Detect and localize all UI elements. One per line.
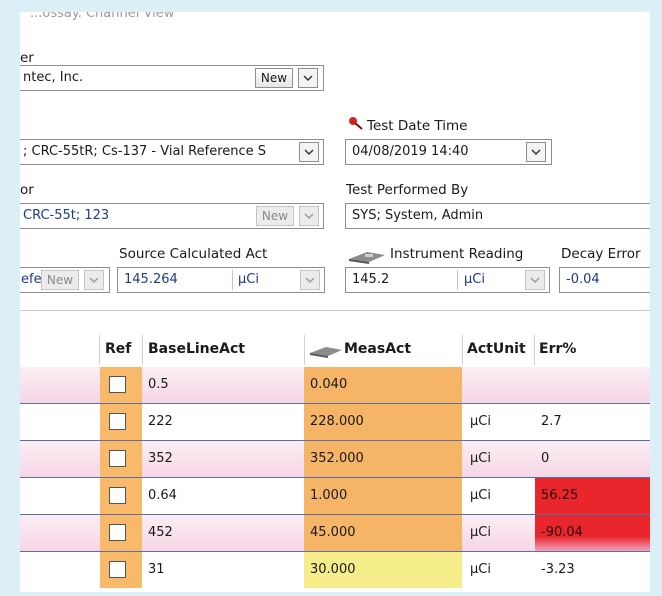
meas-cell: 228.000: [304, 404, 462, 440]
source-field[interactable]: ; CRC-55tR; Cs-137 - Vial Reference S: [20, 139, 324, 165]
inst-reading-divider: [457, 270, 458, 290]
section-divider: [20, 310, 650, 311]
inst-reading-label: Instrument Reading: [390, 246, 524, 262]
chevron-down-icon: [531, 149, 541, 156]
ref-checkbox[interactable]: [109, 524, 126, 541]
grid-header-divider-5: [534, 335, 535, 365]
reference-new-button[interactable]: New: [41, 270, 79, 290]
table-row[interactable]: 31 30.000 µCi -3.23: [20, 552, 650, 588]
calc-act-unit: µCi: [238, 272, 259, 287]
test-date-label: Test Date Time: [367, 118, 468, 134]
test-date-field[interactable]: 04/08/2019 14:40: [345, 139, 552, 165]
grid-header-divider-1: [99, 335, 100, 365]
source-value: ; CRC-55tR; Cs-137 - Vial Reference S: [23, 144, 267, 159]
meas-cell: 352.000: [304, 441, 462, 477]
chevron-down-icon: [304, 149, 314, 156]
performed-by-value: SYS; System, Admin: [352, 208, 484, 223]
source-dropdown-button[interactable]: [299, 142, 319, 162]
unit-cell: µCi: [470, 488, 491, 503]
calc-act-divider: [232, 270, 233, 290]
manufacturer-label: er: [20, 50, 34, 66]
unit-cell: µCi: [470, 414, 491, 429]
performed-by-label: Test Performed By: [346, 182, 469, 198]
grid-header: Ref BaseLineAct MeasAct ActUnit Err%: [20, 335, 650, 365]
test-date-dropdown-button[interactable]: [526, 142, 546, 162]
col-header-err[interactable]: Err%: [539, 341, 576, 357]
test-form-panel: ...ossay. Channel View er ntec, Inc. New…: [20, 12, 650, 592]
unit-cell: µCi: [470, 451, 491, 466]
reference-field[interactable]: efe New: [20, 267, 110, 293]
col-header-meas[interactable]: MeasAct: [344, 341, 411, 357]
decay-error-field: -0.04: [559, 267, 650, 293]
ref-checkbox[interactable]: [109, 487, 126, 504]
table-row[interactable]: 0.5 0.040: [20, 367, 650, 403]
err-cell: 2.7: [541, 414, 562, 429]
baseline-cell: 0.64: [148, 488, 177, 503]
ref-checkbox[interactable]: [109, 561, 126, 578]
grid-header-divider-4: [462, 335, 463, 365]
err-cell: -90.04: [535, 515, 650, 551]
calc-act-field: 145.264 µCi: [117, 267, 325, 293]
calc-act-unit-dropdown[interactable]: [300, 270, 320, 290]
instrument-field[interactable]: CRC-55t; 123 New: [20, 203, 324, 229]
manufacturer-dropdown-button[interactable]: [298, 68, 318, 88]
baseline-cell: 31: [148, 562, 165, 577]
unit-cell: µCi: [470, 525, 491, 540]
calc-act-label: Source Calculated Act: [119, 246, 268, 262]
table-row[interactable]: 222 228.000 µCi 2.7: [20, 404, 650, 440]
inst-reading-value: 145.2: [352, 272, 390, 287]
chevron-down-icon: [305, 277, 315, 284]
table-row[interactable]: 0.64 1.000 µCi 56.25: [20, 478, 650, 514]
table-row[interactable]: 452 45.000 µCi -90.04: [20, 515, 650, 551]
ref-checkbox[interactable]: [109, 450, 126, 467]
inst-reading-unit-dropdown[interactable]: [525, 270, 545, 290]
err-cell: 56.25: [535, 478, 650, 514]
manufacturer-field[interactable]: ntec, Inc. New: [20, 65, 324, 91]
manufacturer-new-button[interactable]: New: [255, 68, 293, 88]
baseline-cell: 222: [148, 414, 173, 429]
instrument-icon: [347, 248, 387, 268]
inst-reading-unit: µCi: [464, 272, 485, 287]
ref-checkbox[interactable]: [109, 376, 126, 393]
chevron-down-icon: [89, 277, 99, 284]
meas-cell: 30.000: [304, 552, 462, 588]
test-date-value: 04/08/2019 14:40: [352, 144, 469, 159]
decay-error-label: Decay Error: [561, 246, 641, 262]
grid-header-divider-3: [304, 335, 305, 365]
baseline-cell: 452: [148, 525, 173, 540]
chevron-down-icon: [304, 213, 314, 220]
grid-header-divider-2: [142, 335, 143, 365]
col-header-baseline[interactable]: BaseLineAct: [148, 341, 245, 357]
meas-instrument-icon: [309, 343, 343, 362]
instrument-dropdown-button[interactable]: [299, 206, 319, 226]
meas-cell: 0.040: [304, 367, 462, 403]
manufacturer-value: ntec, Inc.: [23, 70, 84, 85]
reference-dropdown-button[interactable]: [84, 270, 104, 290]
instrument-label: or: [20, 182, 34, 198]
ref-checkbox[interactable]: [109, 413, 126, 430]
instrument-value: CRC-55t; 123: [23, 208, 110, 223]
baseline-cell: 0.5: [148, 377, 169, 392]
performed-by-field[interactable]: SYS; System, Admin: [345, 203, 650, 229]
chevron-down-icon: [303, 75, 313, 82]
baseline-cell: 352: [148, 451, 173, 466]
decay-error-value: -0.04: [566, 272, 600, 287]
meas-cell: 45.000: [304, 515, 462, 551]
col-header-ref[interactable]: Ref: [105, 341, 131, 357]
err-cell: 0: [541, 451, 550, 466]
meas-cell: 1.000: [304, 478, 462, 514]
calc-act-value: 145.264: [124, 272, 178, 287]
instrument-new-button[interactable]: New: [256, 206, 294, 226]
chevron-down-icon: [530, 277, 540, 284]
inst-reading-field: 145.2 µCi: [345, 267, 550, 293]
reference-value: efe: [21, 272, 41, 287]
err-cell: -3.23: [541, 562, 575, 577]
window-title-fragment: ...ossay. Channel View: [30, 12, 175, 21]
unit-cell: µCi: [470, 562, 491, 577]
pin-icon: [347, 116, 365, 136]
table-row[interactable]: 352 352.000 µCi 0: [20, 441, 650, 477]
col-header-unit[interactable]: ActUnit: [467, 341, 526, 357]
